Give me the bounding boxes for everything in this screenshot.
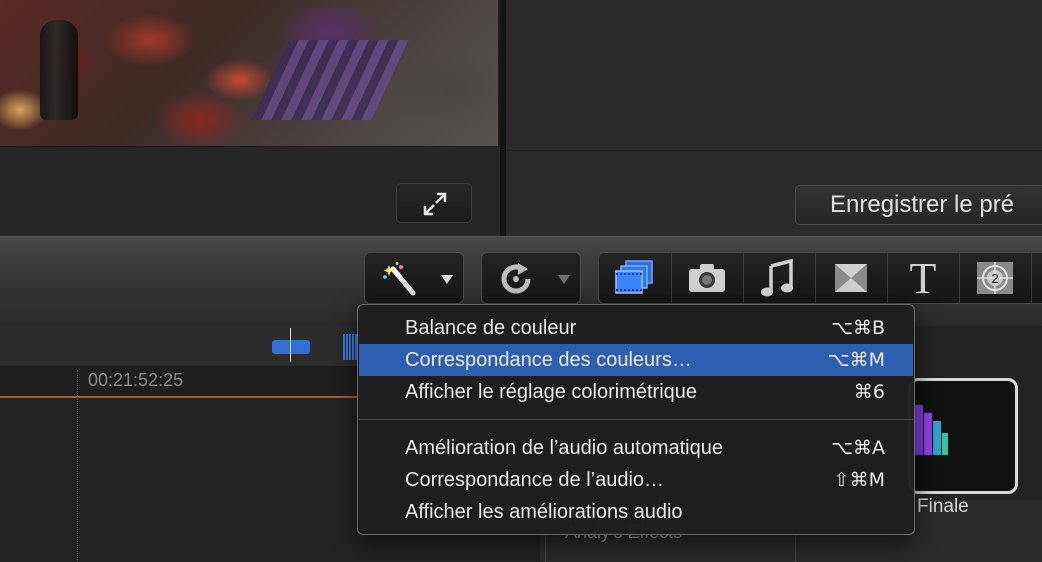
- photos-browser-button[interactable]: [671, 253, 744, 303]
- svg-text:T: T: [910, 258, 937, 298]
- menu-item-label: Amélioration de l’audio automatique: [405, 437, 723, 459]
- menu-item-label: Afficher le réglage colorimétrique: [405, 381, 698, 403]
- generators-icon: 2: [977, 262, 1013, 294]
- menu-item-match-color[interactable]: Correspondance des couleurs… ⌥⌘M: [359, 344, 913, 376]
- menu-item-shortcut: ⌥⌘B: [831, 317, 885, 339]
- thumbnail-graphic: [933, 421, 941, 455]
- thumbnail-graphic: [924, 413, 932, 455]
- playhead-guide: [77, 370, 78, 562]
- thumbnail-graphic: [942, 433, 948, 455]
- chevron-down-icon: [558, 275, 570, 284]
- music-browser-button[interactable]: [743, 253, 816, 303]
- browser-segmented-control: T 2: [598, 252, 1042, 304]
- media-thumbnail[interactable]: [908, 378, 1018, 494]
- menu-item-show-audio-enhancements[interactable]: Afficher les améliorations audio: [359, 496, 913, 528]
- titles-browser-button[interactable]: T: [887, 253, 960, 303]
- magic-wand-icon: [383, 262, 416, 296]
- music-icon: [761, 258, 793, 297]
- transitions-browser-button[interactable]: [815, 253, 888, 303]
- chevron-down-icon: [441, 275, 453, 284]
- skimmer-line: [290, 328, 291, 362]
- menu-item-shortcut: ⌥⌘M: [827, 349, 885, 371]
- titles-icon: T: [910, 258, 937, 298]
- divider: [506, 150, 1042, 151]
- menu-item-auto-enhance-audio[interactable]: Amélioration de l’audio automatique ⌥⌘A: [359, 432, 913, 464]
- expand-icon: [423, 192, 447, 216]
- menu-item-label: Correspondance de l’audio…: [405, 469, 665, 491]
- enhance-dropdown-menu: Balance de couleur ⌥⌘B Correspondance de…: [357, 304, 915, 535]
- svg-text:2: 2: [991, 271, 998, 286]
- menu-item-label: Correspondance des couleurs…: [405, 349, 692, 371]
- menu-item-label: Afficher les améliorations audio: [405, 501, 683, 523]
- timecode-label: 00:21:52:25: [88, 370, 184, 390]
- fullscreen-button[interactable]: [396, 183, 472, 223]
- enhance-menu-button[interactable]: [364, 252, 464, 304]
- menu-item-match-audio[interactable]: Correspondance de l’audio… ⇧⌘M: [359, 464, 913, 496]
- menu-item-shortcut: ⇧⌘M: [833, 469, 885, 491]
- clip-browser-icon: [615, 260, 653, 294]
- generators-browser-button[interactable]: 2: [959, 253, 1032, 303]
- video-preview[interactable]: [0, 0, 498, 146]
- audio-meter-clip[interactable]: [272, 340, 310, 354]
- menu-item-color-balance[interactable]: Balance de couleur ⌥⌘B: [359, 312, 913, 344]
- retime-menu-button[interactable]: [481, 252, 581, 304]
- menu-item-shortcut: ⌘6: [853, 381, 885, 403]
- menu-separator: [359, 419, 913, 420]
- video-content-bottle: [40, 20, 78, 120]
- clip-browser-button[interactable]: [599, 253, 672, 303]
- video-content-fabric: [251, 40, 409, 120]
- menu-item-show-color-inspector[interactable]: Afficher le réglage colorimétrique ⌘6: [359, 376, 913, 408]
- save-preset-button[interactable]: Enregistrer le pré: [795, 185, 1042, 225]
- menu-item-shortcut: ⌥⌘A: [831, 437, 885, 459]
- retime-icon: [501, 263, 531, 294]
- menu-item-label: Balance de couleur: [405, 317, 577, 339]
- camera-icon: [689, 264, 725, 292]
- media-label: Finale: [917, 496, 969, 517]
- transitions-icon: [835, 264, 867, 292]
